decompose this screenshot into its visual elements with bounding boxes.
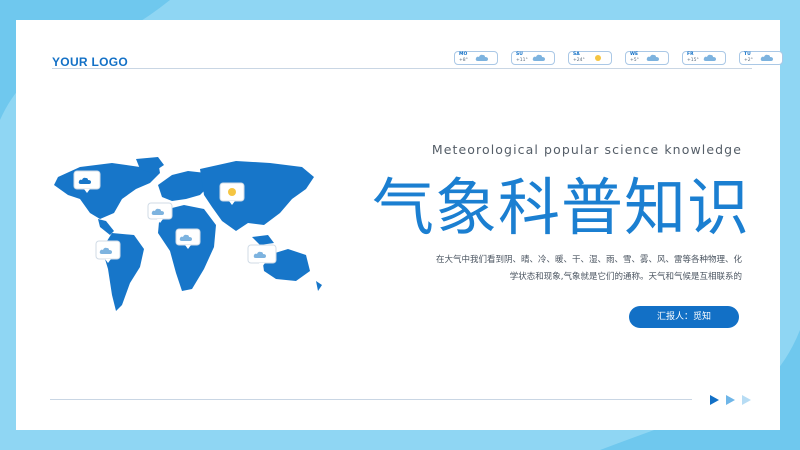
- next-arrows-icon[interactable]: [710, 394, 754, 406]
- arrow-icon: [726, 395, 735, 405]
- weather-strip: MO +8° SU +11° SA +24° WE +5° FR +15° TU…: [454, 51, 783, 65]
- continent-asia: [200, 161, 314, 231]
- weather-chip: WE +5°: [625, 51, 669, 65]
- weather-chip: SU +11°: [511, 51, 555, 65]
- weather-temp: +11°: [516, 58, 528, 63]
- subtitle: Meteorological popular science knowledge: [431, 142, 742, 157]
- weather-day: FR: [687, 52, 694, 57]
- weather-day: WE: [630, 52, 639, 57]
- weather-chip: TU +2°: [739, 51, 783, 65]
- weather-chip: MO +8°: [454, 51, 498, 65]
- sun-icon: [228, 188, 236, 196]
- weather-day: SA: [573, 52, 580, 57]
- weather-temp: +5°: [630, 58, 639, 63]
- sun-icon: [595, 55, 601, 61]
- weather-temp: +8°: [459, 58, 468, 63]
- logo: YOUR LOGO: [52, 55, 129, 69]
- cloud-icon: [760, 54, 773, 61]
- description-line: 在大气中我们看到阴、晴、冷、暖、干、湿、雨、雪、雾、风、雷等各种物理、化: [435, 255, 742, 265]
- weather-chip: SA +24°: [568, 51, 612, 65]
- bottom-divider: [50, 399, 692, 400]
- cloud-icon: [703, 54, 716, 61]
- page-title: 气象科普知识: [371, 171, 750, 244]
- weather-temp: +15°: [687, 58, 699, 63]
- cloud-icon: [532, 54, 545, 61]
- reporter-button[interactable]: 汇报人：觅知: [629, 306, 739, 328]
- weather-day: MO: [459, 52, 468, 57]
- weather-temp: +2°: [744, 58, 753, 63]
- arrow-icon: [742, 395, 751, 405]
- continent-central-america: [98, 219, 114, 235]
- weather-day: TU: [744, 52, 751, 57]
- top-divider: [52, 68, 752, 69]
- cloud-icon: [475, 54, 488, 61]
- description: 在大气中我们看到阴、晴、冷、暖、干、湿、雨、雪、雾、风、雷等各种物理、化 学状态…: [400, 252, 742, 286]
- continent-islands: [252, 235, 274, 245]
- weather-day: SU: [516, 52, 523, 57]
- cloud-icon: [646, 54, 659, 61]
- weather-chip: FR +15°: [682, 51, 726, 65]
- description-line: 学状态和现象,气象就是它们的通称。天气和气候是互相联系的: [509, 272, 742, 282]
- continent-new-zealand: [316, 281, 322, 291]
- arrow-icon: [710, 395, 719, 405]
- weather-temp: +24°: [573, 58, 585, 63]
- world-map: [54, 157, 322, 311]
